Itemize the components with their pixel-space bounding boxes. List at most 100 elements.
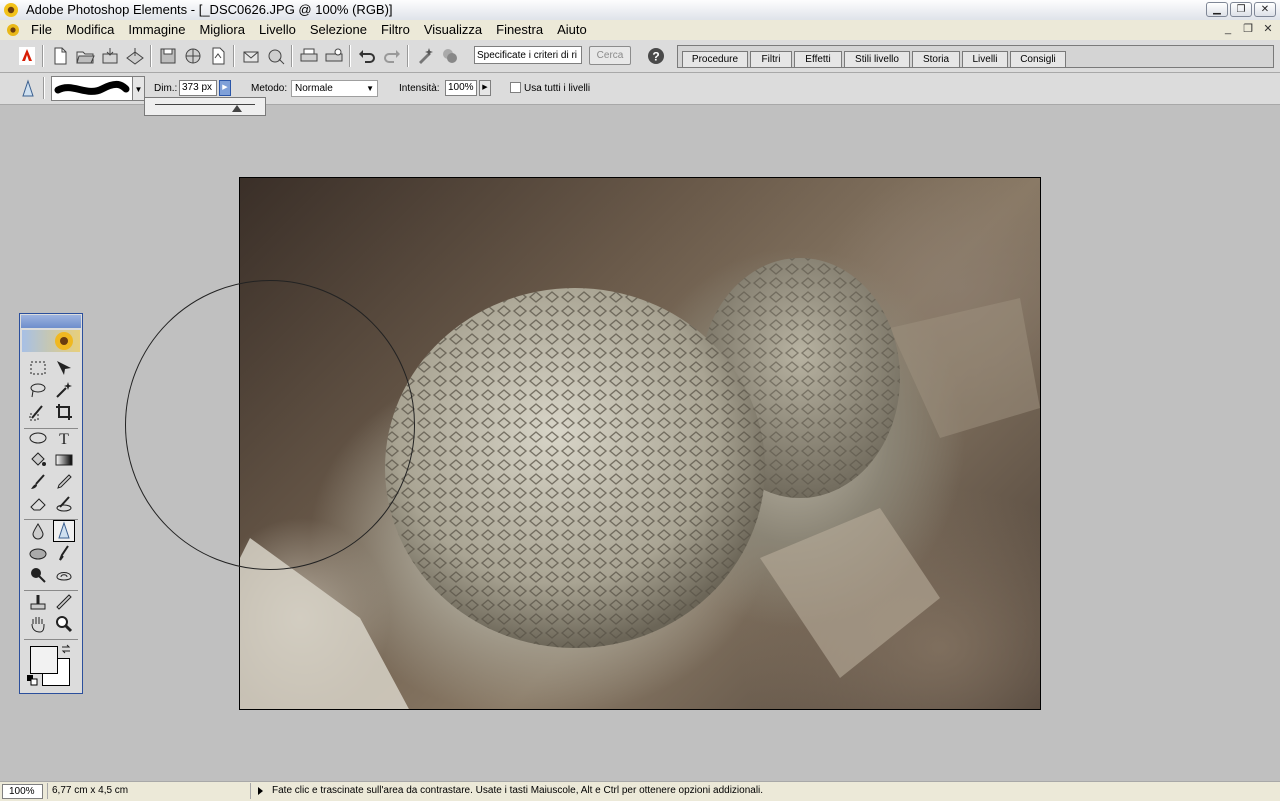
type-tool-icon[interactable]: T bbox=[54, 428, 74, 448]
paint-bucket-icon[interactable] bbox=[28, 450, 48, 470]
document-sunflower-icon[interactable] bbox=[5, 22, 21, 38]
sunflower-app-icon bbox=[4, 3, 18, 17]
hand-tool-icon[interactable] bbox=[28, 614, 48, 634]
dodge-tool-icon[interactable] bbox=[28, 565, 48, 585]
menu-finestra[interactable]: Finestra bbox=[489, 20, 550, 40]
toolbox-logo bbox=[22, 330, 80, 352]
minimize-button[interactable]: ▁ bbox=[1206, 2, 1228, 17]
menu-modifica[interactable]: Modifica bbox=[59, 20, 121, 40]
new-file-icon[interactable] bbox=[50, 46, 70, 66]
redo-icon[interactable] bbox=[382, 46, 402, 66]
status-menu-arrow-icon[interactable] bbox=[258, 787, 263, 795]
size-field[interactable]: 373 px bbox=[179, 80, 217, 96]
tab-consigli[interactable]: Consigli bbox=[1010, 51, 1066, 67]
document-canvas[interactable] bbox=[239, 177, 1041, 710]
size-slider-toggle[interactable]: ▶ bbox=[219, 80, 231, 96]
pdf-icon[interactable] bbox=[208, 46, 228, 66]
toolbox: T bbox=[19, 313, 83, 694]
document-dimensions: 6,77 cm x 4,5 cm bbox=[52, 785, 129, 796]
search-input[interactable] bbox=[474, 46, 582, 64]
save-for-web-icon[interactable] bbox=[183, 46, 203, 66]
email-icon[interactable] bbox=[241, 46, 261, 66]
smudge-tool-icon[interactable] bbox=[54, 543, 74, 563]
zoom-tool-icon[interactable] bbox=[54, 614, 74, 634]
tab-storia[interactable]: Storia bbox=[912, 51, 960, 67]
menu-visualizza[interactable]: Visualizza bbox=[417, 20, 489, 40]
document-window-controls: _ ❐ ✕ bbox=[1220, 22, 1276, 36]
svg-text:?: ? bbox=[652, 50, 659, 64]
tab-procedure[interactable]: Procedure bbox=[682, 51, 748, 67]
move-tool-icon[interactable] bbox=[54, 358, 74, 378]
sponge-tool-icon[interactable] bbox=[28, 543, 48, 563]
window-controls: ▁ ❐ ✕ bbox=[1206, 2, 1276, 17]
cookie-cutter-icon[interactable] bbox=[28, 428, 48, 448]
intensity-slider-toggle[interactable]: ▶ bbox=[479, 80, 491, 96]
open-file-icon[interactable] bbox=[75, 46, 95, 66]
print-icon[interactable] bbox=[299, 46, 319, 66]
menu-selezione[interactable]: Selezione bbox=[303, 20, 374, 40]
mode-value: Normale bbox=[295, 83, 333, 94]
undo-icon[interactable] bbox=[357, 46, 377, 66]
magic-wand-icon[interactable] bbox=[54, 380, 74, 400]
tab-stili-livello[interactable]: Stili livello bbox=[844, 51, 910, 67]
online-service-icon[interactable] bbox=[266, 46, 286, 66]
eraser-tool-icon[interactable] bbox=[28, 494, 48, 514]
close-button[interactable]: ✕ bbox=[1254, 2, 1276, 17]
menu-livello[interactable]: Livello bbox=[252, 20, 303, 40]
menu-file[interactable]: File bbox=[24, 20, 59, 40]
import-icon[interactable] bbox=[100, 46, 120, 66]
all-layers-label: Usa tutti i livelli bbox=[524, 83, 591, 94]
sharpen-tool-button[interactable] bbox=[53, 520, 75, 542]
mode-select[interactable]: Normale ▼ bbox=[291, 80, 378, 97]
menu-filtro[interactable]: Filtro bbox=[374, 20, 417, 40]
mode-label: Metodo: bbox=[251, 83, 288, 94]
search-button[interactable]: Cerca bbox=[589, 46, 631, 65]
crop-tool-icon[interactable] bbox=[54, 402, 74, 422]
status-bar: 100% 6,77 cm x 4,5 cm Fate clic e trasci… bbox=[0, 781, 1280, 801]
color-variations-icon[interactable] bbox=[440, 46, 460, 66]
blur-tool-icon[interactable] bbox=[28, 521, 48, 541]
brush-preview[interactable] bbox=[51, 76, 133, 101]
lasso-tool-icon[interactable] bbox=[28, 380, 48, 400]
menu-immagine[interactable]: Immagine bbox=[121, 20, 192, 40]
selection-brush-icon[interactable] bbox=[28, 402, 48, 422]
size-slider-popup bbox=[144, 97, 266, 116]
eyedropper-icon[interactable] bbox=[54, 592, 74, 612]
tab-effetti[interactable]: Effetti bbox=[794, 51, 842, 67]
default-colors-icon[interactable] bbox=[26, 674, 38, 686]
quick-fix-icon[interactable] bbox=[415, 46, 435, 66]
acquire-icon[interactable] bbox=[125, 46, 145, 66]
intensity-field[interactable]: 100% bbox=[445, 80, 477, 96]
marquee-tool-icon[interactable] bbox=[28, 358, 48, 378]
all-layers-checkbox[interactable] bbox=[510, 82, 521, 93]
menu-migliora[interactable]: Migliora bbox=[192, 20, 252, 40]
svg-text:T: T bbox=[59, 431, 69, 448]
save-icon[interactable] bbox=[158, 46, 178, 66]
title-bar: Adobe Photoshop Elements - [_DSC0626.JPG… bbox=[0, 0, 1280, 21]
swap-colors-icon[interactable] bbox=[60, 643, 72, 655]
toolbox-title-bar[interactable] bbox=[21, 315, 81, 328]
red-eye-brush-icon[interactable] bbox=[54, 494, 74, 514]
tab-livelli[interactable]: Livelli bbox=[962, 51, 1008, 67]
pencil-tool-icon[interactable] bbox=[54, 472, 74, 492]
gradient-tool-icon[interactable] bbox=[54, 450, 74, 470]
doc-close-button[interactable]: ✕ bbox=[1260, 22, 1276, 36]
menu-bar: File Modifica Immagine Migliora Livello … bbox=[0, 20, 1280, 41]
doc-restore-button[interactable]: ❐ bbox=[1240, 22, 1256, 36]
status-hint: Fate clic e trascinate sull'area da cont… bbox=[272, 785, 764, 796]
puffball-mushroom-image bbox=[240, 258, 1040, 709]
restore-button[interactable]: ❐ bbox=[1230, 2, 1252, 17]
menu-aiuto[interactable]: Aiuto bbox=[550, 20, 594, 40]
adobe-logo-icon[interactable] bbox=[17, 46, 37, 66]
zoom-field[interactable]: 100% bbox=[2, 784, 43, 799]
help-icon[interactable]: ? bbox=[646, 46, 666, 66]
print-preview-icon[interactable] bbox=[324, 46, 344, 66]
doc-minimize-button[interactable]: _ bbox=[1220, 22, 1236, 36]
chevron-down-icon: ▼ bbox=[366, 84, 374, 93]
size-slider-thumb[interactable] bbox=[232, 105, 242, 112]
foreground-color-swatch[interactable] bbox=[30, 646, 58, 674]
burn-tool-icon[interactable] bbox=[54, 565, 74, 585]
tab-filtri[interactable]: Filtri bbox=[750, 51, 792, 67]
brush-tool-icon[interactable] bbox=[28, 472, 48, 492]
clone-stamp-icon[interactable] bbox=[28, 592, 48, 612]
